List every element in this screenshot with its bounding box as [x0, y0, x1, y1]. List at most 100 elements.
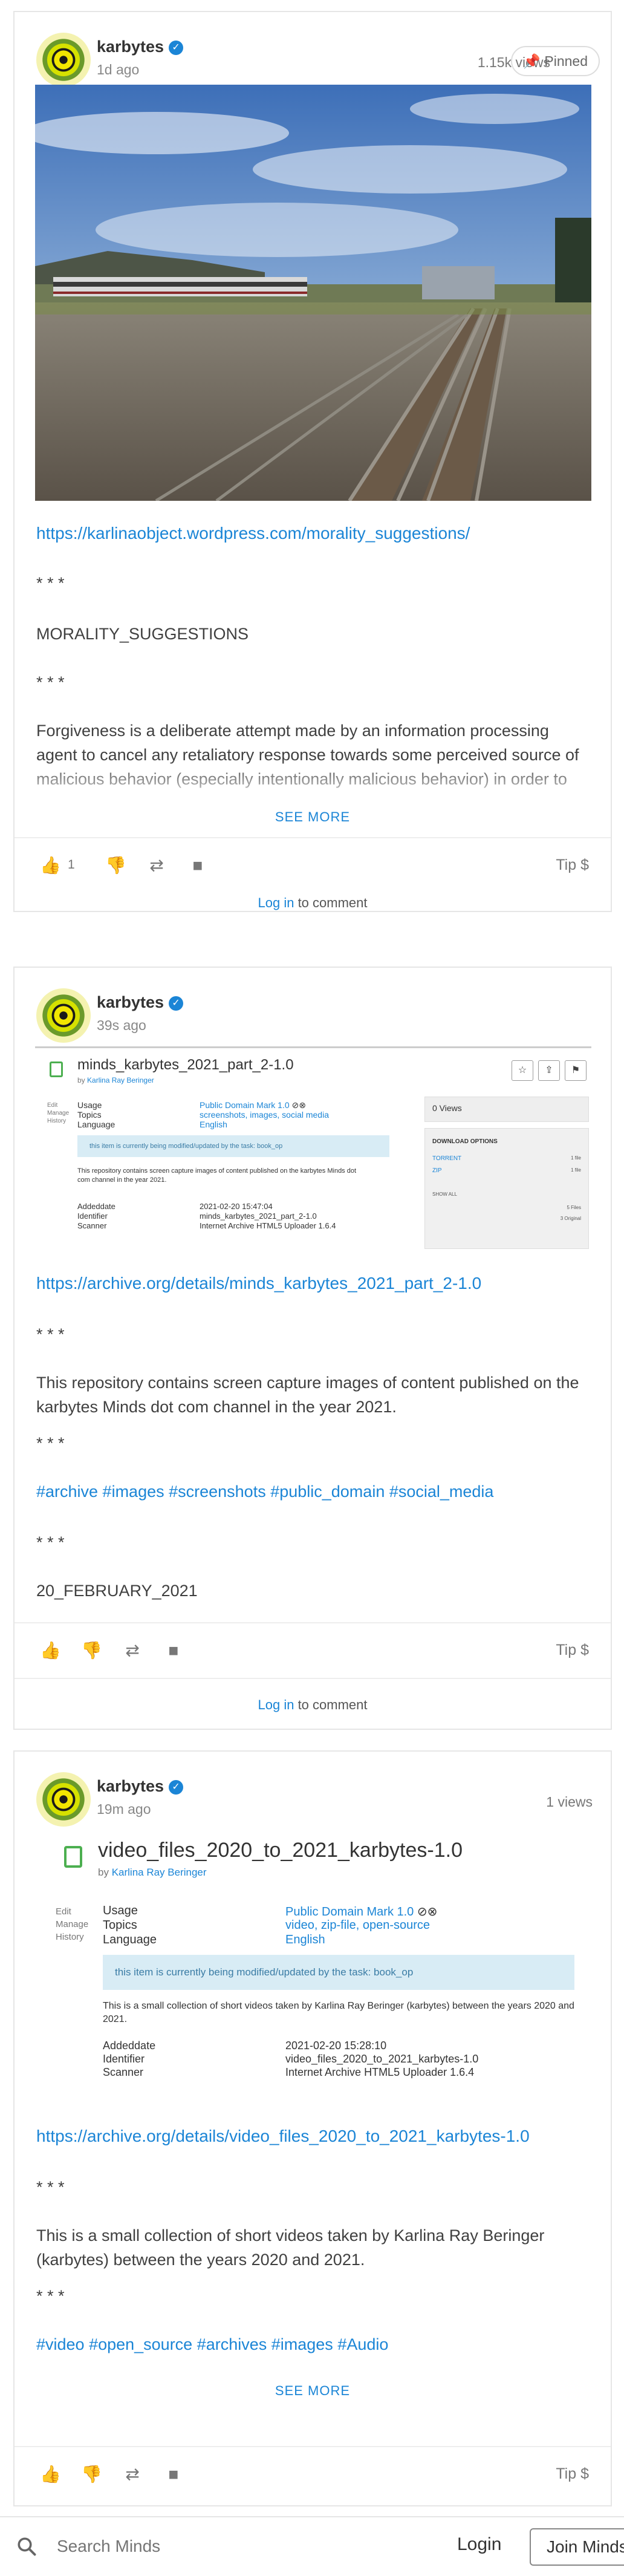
- usage-row: Usage: [103, 1904, 138, 1918]
- login-button[interactable]: Login: [457, 2534, 501, 2555]
- topics-value[interactable]: video, zip-file, open-source: [285, 1919, 430, 1932]
- archive-preview[interactable]: minds_karbytes_2021_part_2-1.0 by Karlin…: [35, 1046, 591, 1252]
- original-count: 3 Original: [560, 1216, 581, 1221]
- author-name[interactable]: karbytes ✓: [97, 993, 184, 1012]
- public-domain-icon: ⊘⊗: [417, 1905, 438, 1919]
- tip-button[interactable]: Tip $: [556, 856, 589, 874]
- addeddate-row: Addeddate: [77, 1202, 115, 1211]
- author-label: karbytes: [97, 1777, 164, 1795]
- language-value[interactable]: English: [285, 1933, 325, 1947]
- post-link[interactable]: https://karlinaobject.wordpress.com/mora…: [36, 524, 470, 543]
- search-icon[interactable]: [16, 2535, 37, 2557]
- see-more-button[interactable]: SEE MORE: [15, 809, 611, 825]
- separator: * * *: [36, 2287, 65, 2305]
- comment-suffix: to comment: [294, 895, 368, 910]
- language-label: Language: [77, 1120, 115, 1129]
- avatar[interactable]: [36, 988, 91, 1043]
- tip-button[interactable]: Tip $: [556, 1642, 589, 1659]
- hashtags[interactable]: #archive #images #screenshots #public_do…: [36, 1479, 593, 1504]
- flag-icon[interactable]: ⚑: [565, 1060, 587, 1081]
- post-2: karbytes ✓ 39s ago minds_karbytes_2021_pa…: [13, 967, 612, 1730]
- author-label: karbytes: [97, 993, 164, 1011]
- thumbs-up-icon[interactable]: 👍: [40, 2464, 61, 2485]
- side-edit[interactable]: Edit: [47, 1101, 69, 1109]
- see-more-button[interactable]: SEE MORE: [15, 2383, 611, 2399]
- avatar[interactable]: [36, 1772, 91, 1827]
- download-torrent[interactable]: TORRENT: [432, 1155, 461, 1162]
- topics-value[interactable]: screenshots, images, social media: [200, 1110, 329, 1120]
- login-link[interactable]: Log in: [258, 1697, 294, 1712]
- side-manage[interactable]: Manage: [56, 1918, 88, 1931]
- archive-item-icon: [64, 1846, 82, 1868]
- identifier-row: Identifier: [77, 1211, 108, 1221]
- thumbs-down-icon[interactable]: 👎: [105, 855, 126, 876]
- post-image[interactable]: [35, 85, 591, 501]
- language-value[interactable]: English: [200, 1120, 227, 1129]
- addeddate-value: 2021-02-20 15:47:04: [200, 1202, 273, 1211]
- post-heading: MORALITY_SUGGESTIONS: [36, 625, 249, 643]
- archive-preview[interactable]: video_files_2020_to_2021_karbytes-1.0 by…: [35, 1836, 591, 2078]
- post-3: karbytes ✓ 19m ago 1 views video_files_20…: [13, 1750, 612, 2506]
- side-history[interactable]: History: [56, 1931, 88, 1943]
- post-link[interactable]: https://archive.org/details/video_files_…: [36, 2127, 530, 2146]
- login-link[interactable]: Log in: [258, 895, 294, 910]
- favorite-icon[interactable]: ☆: [512, 1060, 533, 1081]
- author-name[interactable]: karbytes ✓: [97, 1777, 184, 1796]
- author-name[interactable]: karbytes ✓: [97, 37, 184, 56]
- show-all-link[interactable]: SHOW ALL: [432, 1192, 457, 1197]
- topics-row: Topics: [77, 1110, 102, 1120]
- comment-prompt: Log in to comment: [15, 1678, 611, 1730]
- addeddate-label: Addeddate: [103, 2040, 156, 2052]
- addeddate-row: Addeddate: [103, 2040, 155, 2052]
- side-history[interactable]: History: [47, 1117, 69, 1125]
- remind-icon[interactable]: ⇄: [146, 855, 167, 876]
- side-manage[interactable]: Manage: [47, 1109, 69, 1117]
- bottom-bar: Login Join Minds: [0, 2516, 624, 2576]
- post-header: karbytes ✓ 1d ago 1.15k views 📌 Pinned: [15, 12, 611, 87]
- thumbs-up-icon[interactable]: 👍: [40, 1640, 61, 1661]
- post-header: karbytes ✓ 19m ago 1 views: [15, 1752, 611, 1827]
- archive-side-menu: Edit Manage History: [47, 1101, 69, 1125]
- download-panel: DOWNLOAD OPTIONS TORRENT 1 file ZIP 1 fi…: [424, 1128, 589, 1249]
- thumbs-down-icon[interactable]: 👎: [81, 2464, 102, 2485]
- archive-item-icon: [50, 1061, 63, 1077]
- scanner-row: Scanner: [103, 2066, 143, 2079]
- remind-icon[interactable]: ⇄: [122, 1640, 143, 1661]
- search-input[interactable]: [57, 2533, 371, 2560]
- comment-icon[interactable]: ■: [163, 1640, 184, 1661]
- scanner-label: Scanner: [103, 2066, 144, 2078]
- identifier-value: minds_karbytes_2021_part_2-1.0: [200, 1211, 317, 1221]
- scanner-row: Scanner: [77, 1221, 106, 1230]
- avatar[interactable]: [36, 33, 91, 87]
- separator: * * *: [36, 1434, 65, 1452]
- pin-icon: 📌: [523, 53, 541, 69]
- archive-author-link[interactable]: Karlina Ray Beringer: [87, 1076, 154, 1084]
- usage-value[interactable]: Public Domain Mark 1.0 ⊘⊗: [200, 1100, 306, 1110]
- side-edit[interactable]: Edit: [56, 1905, 88, 1918]
- remind-icon[interactable]: ⇄: [122, 2464, 143, 2485]
- comment-icon[interactable]: ■: [187, 855, 208, 876]
- post-time[interactable]: 1d ago: [97, 62, 139, 78]
- comment-icon[interactable]: ■: [163, 2464, 184, 2485]
- usage-value[interactable]: Public Domain Mark 1.0 ⊘⊗: [285, 1904, 437, 1919]
- post-time[interactable]: 19m ago: [97, 1801, 151, 1818]
- topics-label: Topics: [77, 1110, 102, 1120]
- post-link[interactable]: https://archive.org/details/minds_karbyt…: [36, 1274, 481, 1293]
- views-box-label: 0 Views: [432, 1103, 462, 1113]
- download-zip[interactable]: ZIP: [432, 1167, 442, 1174]
- topics-label: Topics: [103, 1919, 137, 1932]
- like-count: 1: [68, 858, 75, 872]
- author-label: karbytes: [97, 37, 164, 56]
- identifier-label: Identifier: [77, 1211, 108, 1221]
- pinned-badge: 📌 Pinned: [511, 46, 600, 76]
- tip-button[interactable]: Tip $: [556, 2465, 589, 2483]
- archive-description: This is a small collection of short vide…: [103, 2001, 574, 2024]
- hashtags[interactable]: #video #open_source #archives #images #A…: [36, 2332, 593, 2356]
- thumbs-down-icon[interactable]: 👎: [81, 1640, 102, 1661]
- join-button[interactable]: Join Minds: [530, 2528, 624, 2566]
- text-fade: [15, 760, 611, 808]
- post-time[interactable]: 39s ago: [97, 1017, 146, 1034]
- share-icon[interactable]: ⇪: [538, 1060, 560, 1081]
- archive-author-link[interactable]: Karlina Ray Beringer: [112, 1867, 207, 1878]
- thumbs-up-icon[interactable]: 👍: [40, 855, 61, 876]
